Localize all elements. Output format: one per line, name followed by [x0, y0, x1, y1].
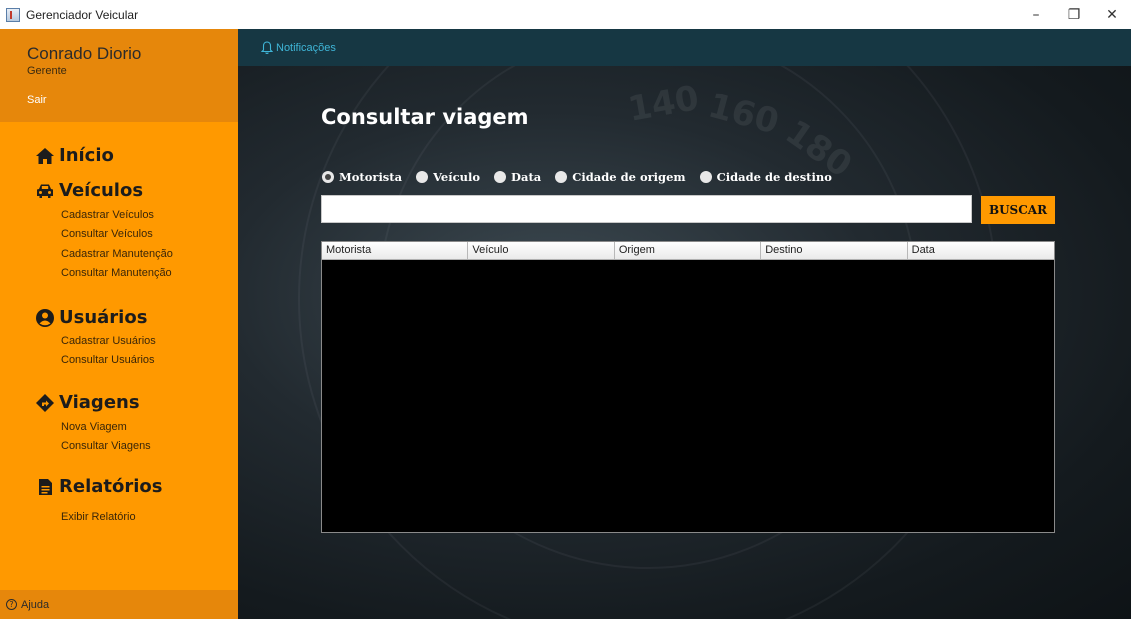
menu-section-usuarios[interactable]: Usuários — [35, 307, 147, 328]
filter-label: Veículo — [433, 170, 481, 184]
menu-item-cadastrar-manutencao[interactable]: Cadastrar Manutenção — [61, 248, 173, 260]
notifications-link[interactable]: Notificações — [276, 42, 336, 54]
user-name: Conrado Diorio — [27, 44, 142, 63]
search-filter-group: Motorista Veículo Data Cidade de origem … — [322, 170, 846, 184]
user-circle-icon — [36, 308, 54, 327]
window-title: Gerenciador Veicular — [26, 7, 139, 22]
filter-label: Data — [511, 170, 542, 184]
filter-radio-motorista[interactable]: Motorista — [322, 170, 402, 184]
restore-button[interactable]: ❐ — [1055, 0, 1093, 29]
search-button[interactable]: BUSCAR — [981, 196, 1055, 224]
menu-item-consultar-veiculos[interactable]: Consultar Veículos — [61, 228, 153, 240]
menu-section-veiculos[interactable]: Veículos — [35, 180, 143, 201]
menu-item-consultar-usuarios[interactable]: Consultar Usuários — [61, 354, 155, 366]
filter-label: Motorista — [339, 170, 403, 184]
column-header-destino[interactable]: Destino — [761, 242, 908, 259]
document-icon — [39, 478, 52, 495]
filter-radio-veiculo[interactable]: Veículo — [416, 170, 480, 184]
user-role: Gerente — [27, 65, 67, 77]
menu-section-viagens[interactable]: Viagens — [35, 392, 140, 413]
sidebar: Conrado Diorio Gerente Sair Início Veícu… — [0, 29, 238, 619]
menu-item-consultar-manutencao[interactable]: Consultar Manutenção — [61, 267, 172, 279]
directions-icon — [36, 393, 54, 412]
radio-dot[interactable] — [555, 171, 568, 183]
window-titlebar: Gerenciador Veicular – ❐ ✕ — [0, 0, 1131, 29]
column-header-data[interactable]: Data — [908, 242, 1054, 259]
window-controls: – ❐ ✕ — [1017, 0, 1131, 29]
help-icon: ? — [6, 599, 17, 610]
close-button[interactable]: ✕ — [1093, 0, 1131, 29]
menu-item-cadastrar-veiculos[interactable]: Cadastrar Veículos — [61, 209, 154, 221]
menu-section-relatorios[interactable]: Relatórios — [35, 476, 162, 497]
filter-radio-data[interactable]: Data — [494, 170, 541, 184]
filter-radio-cidade-origem[interactable]: Cidade de origem — [555, 170, 686, 184]
filter-label: Cidade de destino — [716, 170, 832, 184]
column-header-veiculo[interactable]: Veículo — [468, 242, 615, 259]
column-header-motorista[interactable]: Motorista — [322, 242, 469, 259]
menu-section-inicio[interactable]: Início — [35, 145, 114, 166]
radio-dot[interactable] — [699, 171, 712, 183]
menu-section-label: Início — [59, 145, 114, 166]
radio-dot[interactable] — [494, 171, 507, 183]
page-title: Consultar viagem — [321, 105, 529, 129]
column-header-origem[interactable]: Origem — [615, 242, 762, 259]
menu-item-consultar-viagens[interactable]: Consultar Viagens — [61, 440, 151, 452]
table-header: Motorista Veículo Origem Destino Data — [322, 242, 1054, 260]
menu-section-label: Viagens — [59, 392, 140, 413]
menu-item-exibir-relatorio[interactable]: Exibir Relatório — [61, 511, 136, 523]
java-app-icon — [6, 7, 20, 22]
help-label: Ajuda — [21, 598, 50, 611]
search-input[interactable] — [321, 195, 972, 223]
filter-label: Cidade de origem — [572, 170, 686, 184]
filter-radio-cidade-destino[interactable]: Cidade de destino — [699, 170, 832, 184]
menu-section-label: Usuários — [59, 307, 148, 328]
car-icon — [37, 184, 53, 198]
sidebar-user-panel: Conrado Diorio Gerente Sair — [0, 29, 238, 122]
trips-table: Motorista Veículo Origem Destino Data — [321, 241, 1055, 533]
radio-dot[interactable] — [416, 171, 429, 183]
radio-dot[interactable] — [322, 171, 334, 183]
menu-section-label: Veículos — [59, 180, 144, 201]
notification-bar: Notificações — [238, 29, 1131, 66]
help-link[interactable]: ? Ajuda — [0, 590, 238, 619]
bell-icon[interactable] — [261, 40, 273, 55]
menu-section-label: Relatórios — [59, 476, 163, 497]
home-icon — [36, 147, 54, 164]
minimize-button[interactable]: – — [1017, 0, 1055, 29]
menu-item-nova-viagem[interactable]: Nova Viagem — [61, 421, 127, 433]
menu-item-cadastrar-usuarios[interactable]: Cadastrar Usuários — [61, 335, 156, 347]
logout-link[interactable]: Sair — [27, 94, 47, 106]
main-content: 140 160 180 Notificações Consultar viage… — [238, 29, 1131, 619]
